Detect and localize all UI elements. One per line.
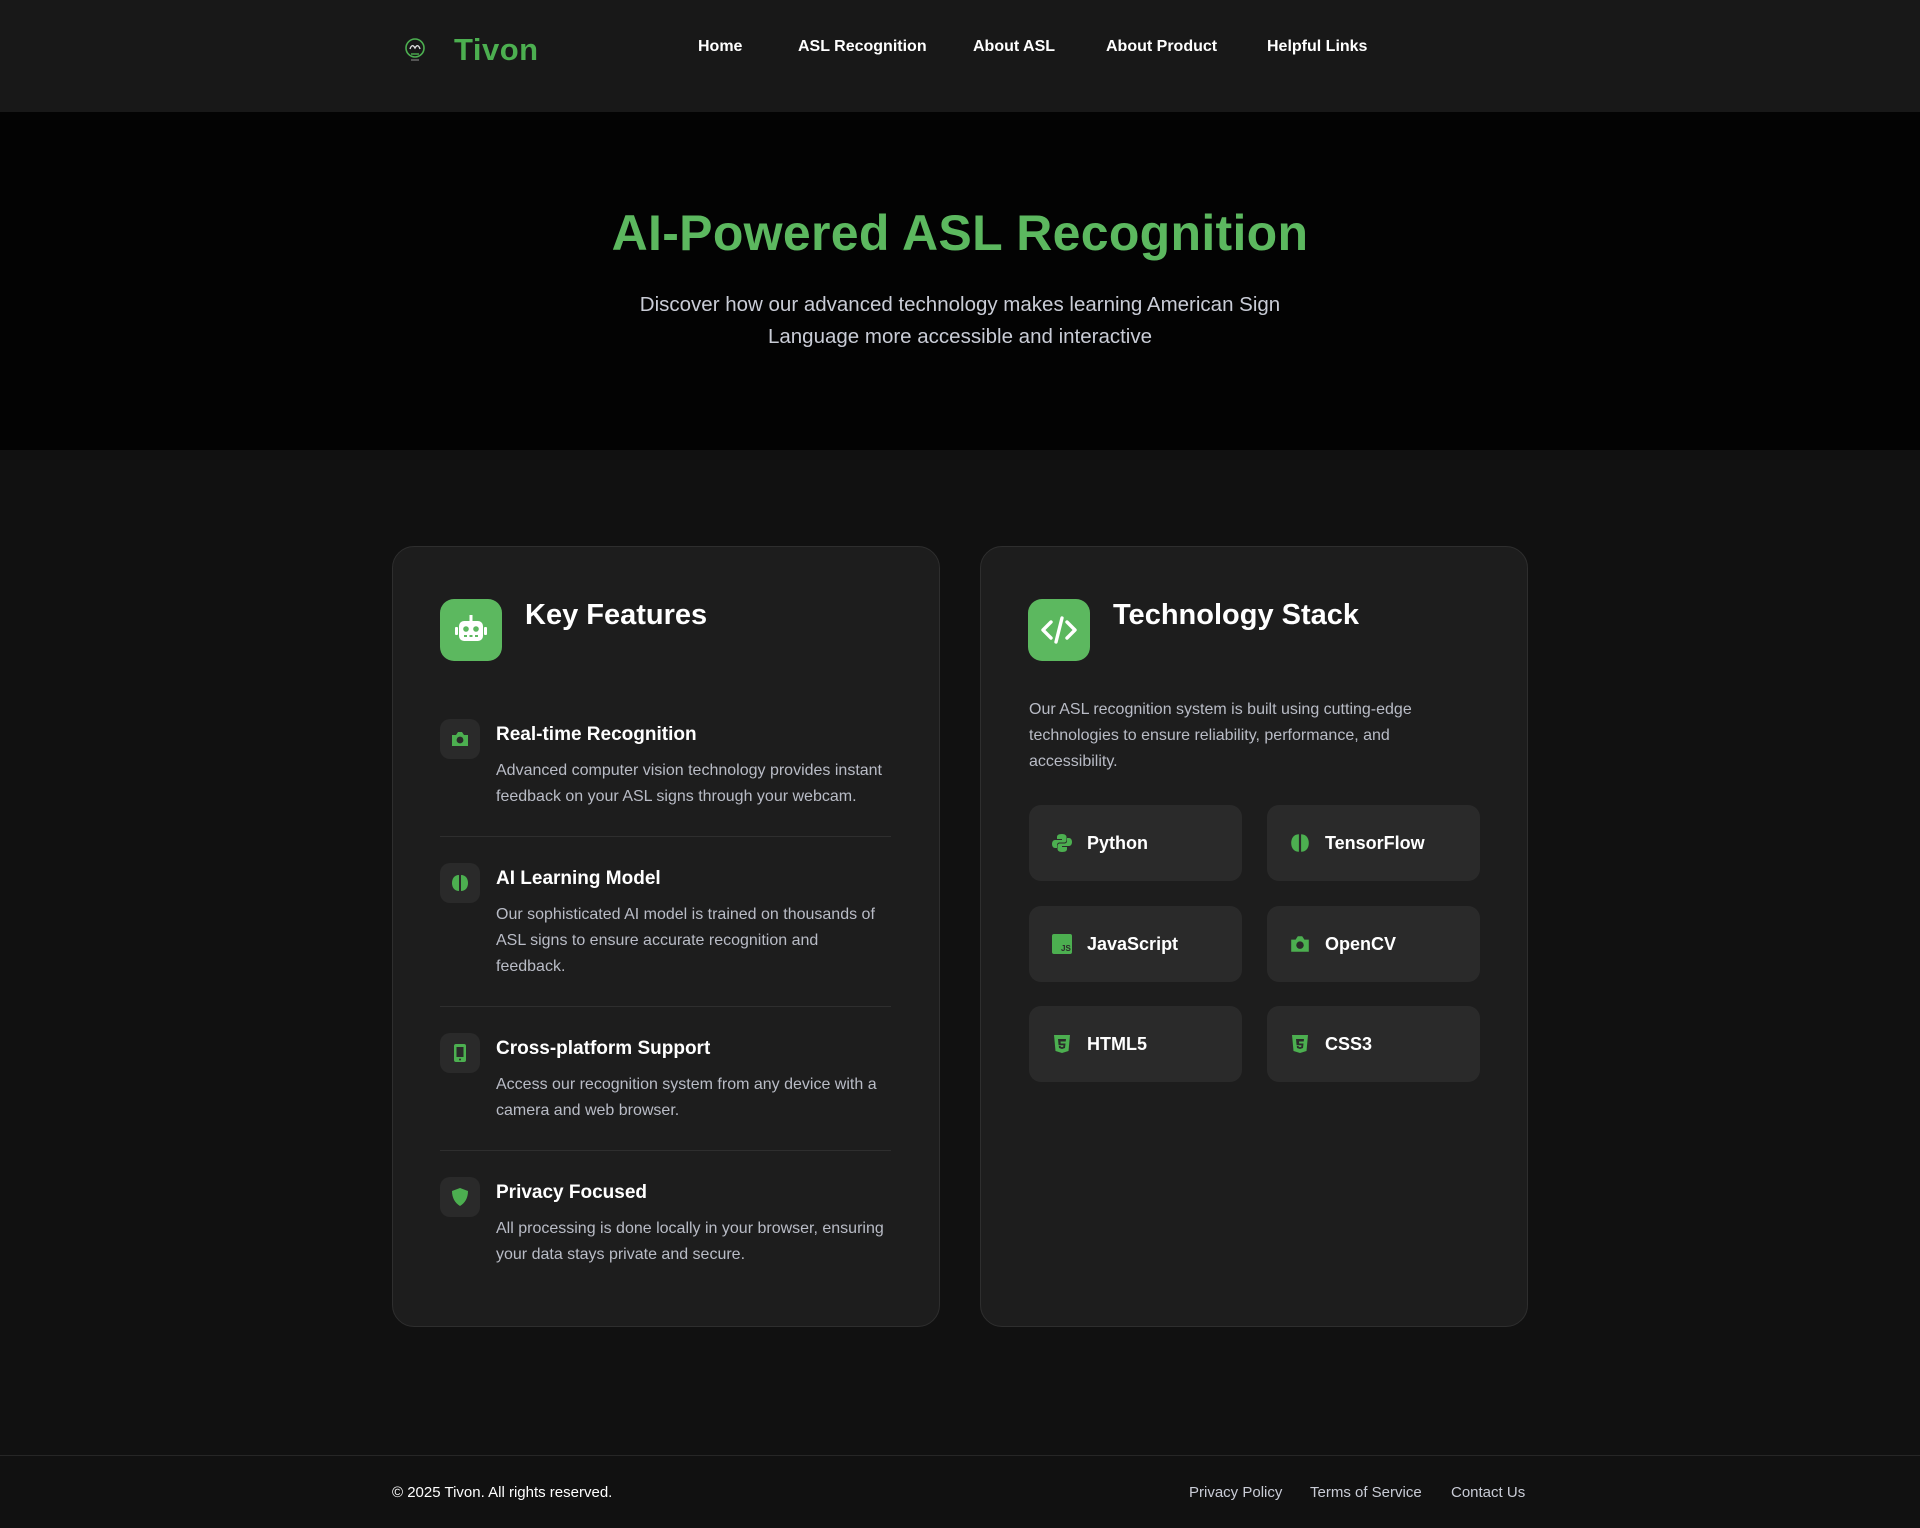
copyright-text: © 2025 Tivon. All rights reserved. <box>392 1484 613 1501</box>
nav-link-about-asl[interactable]: About ASL <box>973 38 1055 56</box>
css3-icon <box>1289 1033 1311 1055</box>
tech-name: Python <box>1087 832 1148 853</box>
feature-title: Real-time Recognition <box>496 724 697 745</box>
tech-item-python: Python <box>1029 805 1242 881</box>
technology-grid: Python TensorFlow JS JavaScript OpenCV H… <box>1029 805 1480 1082</box>
feature-title: Privacy Focused <box>496 1182 648 1203</box>
python-icon <box>1051 832 1073 854</box>
shield-icon <box>440 1177 480 1217</box>
hero-title: AI-Powered ASL Recognition <box>611 205 1309 261</box>
feature-item: Privacy Focused All processing is done l… <box>440 1177 891 1294</box>
camera-icon <box>1289 933 1311 955</box>
tech-name: TensorFlow <box>1325 832 1425 853</box>
tech-item-javascript: JS JavaScript <box>1029 906 1242 982</box>
footer-link-contact-us[interactable]: Contact Us <box>1451 1484 1525 1501</box>
technology-stack-description: Our ASL recognition system is built usin… <box>1029 701 1412 770</box>
nav-link-about-product[interactable]: About Product <box>1106 38 1217 56</box>
nav-menu: Home ASL Recognition About ASL About Pro… <box>0 38 1920 62</box>
feature-description: All processing is done locally in your b… <box>496 1220 884 1263</box>
footer-link-terms-of-service[interactable]: Terms of Service <box>1310 1484 1422 1501</box>
technology-stack-title: Technology Stack <box>1113 599 1360 631</box>
technology-stack-card: Technology Stack Our ASL recognition sys… <box>980 546 1528 1327</box>
feature-description: Access our recognition system from any d… <box>496 1076 877 1119</box>
top-navbar: Tivon Home ASL Recognition About ASL Abo… <box>0 0 1920 112</box>
key-features-card: Key Features Real-time Recognition Advan… <box>392 546 940 1327</box>
brain-icon <box>1289 832 1311 854</box>
tech-name: OpenCV <box>1325 933 1397 954</box>
nav-link-helpful-links[interactable]: Helpful Links <box>1267 38 1367 56</box>
hero-subtitle: Discover how our advanced technology mak… <box>639 293 1281 348</box>
tech-item-opencv: OpenCV <box>1267 906 1480 982</box>
tech-name: CSS3 <box>1325 1033 1373 1054</box>
tech-item-css3: CSS3 <box>1267 1006 1480 1082</box>
feature-item: Cross-platform Support Access our recogn… <box>440 1033 891 1151</box>
feature-title: AI Learning Model <box>496 868 661 889</box>
feature-item: Real-time Recognition Advanced computer … <box>440 719 891 837</box>
tech-item-html5: HTML5 <box>1029 1006 1242 1082</box>
key-features-title: Key Features <box>525 599 708 631</box>
feature-list: Real-time Recognition Advanced computer … <box>440 719 891 1320</box>
nav-link-home[interactable]: Home <box>698 38 742 56</box>
tech-name: HTML5 <box>1087 1033 1147 1054</box>
footer-link-privacy-policy[interactable]: Privacy Policy <box>1189 1484 1282 1501</box>
tech-name: JavaScript <box>1087 933 1179 954</box>
nav-link-asl-recognition[interactable]: ASL Recognition <box>798 38 927 56</box>
tech-item-tensorflow: TensorFlow <box>1267 805 1480 881</box>
svg-text:JS: JS <box>1061 944 1071 953</box>
hero-section: AI-Powered ASL Recognition Discover how … <box>0 112 1920 450</box>
camera-icon <box>440 719 480 759</box>
site-footer: © 2025 Tivon. All rights reserved. Priva… <box>0 1455 1920 1528</box>
mobile-icon <box>440 1033 480 1073</box>
brain-icon <box>440 863 480 903</box>
robot-icon <box>440 599 502 661</box>
feature-description: Our sophisticated AI model is trained on… <box>496 906 875 975</box>
javascript-icon: JS <box>1051 933 1073 955</box>
feature-description: Advanced computer vision technology prov… <box>496 762 882 805</box>
feature-item: AI Learning Model Our sophisticated AI m… <box>440 863 891 1007</box>
html5-icon <box>1051 1033 1073 1055</box>
feature-title: Cross-platform Support <box>496 1038 711 1059</box>
code-icon <box>1028 599 1090 661</box>
